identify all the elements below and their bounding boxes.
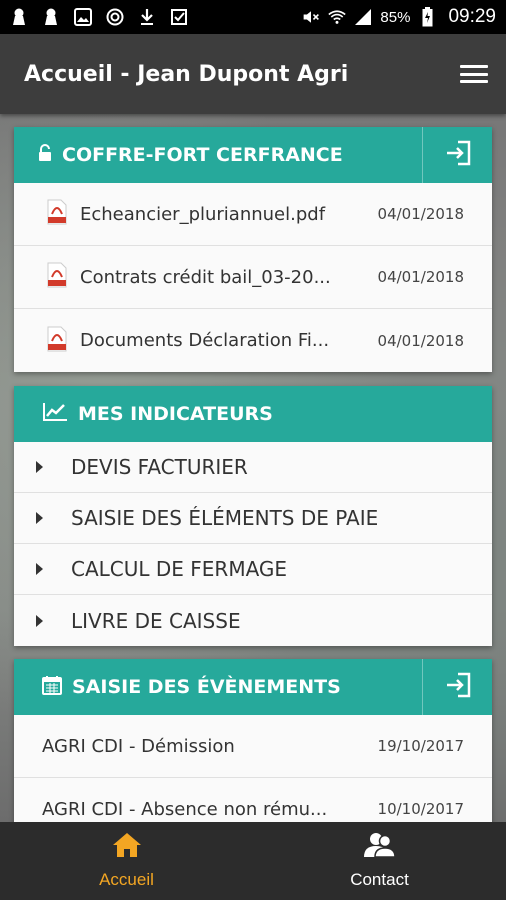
event-date: 10/10/2017 [377,800,464,818]
status-bar: 85% 09:29 [0,0,506,34]
document-name: Contrats crédit bail_03-20... [80,266,331,288]
events-card-title: SAISIE DES ÉVÈNEMENTS [72,676,341,698]
indicator-label: CALCUL DE FERMAGE [71,557,288,581]
signal-icon [354,8,372,26]
document-date: 04/01/2018 [377,205,464,223]
nav-home-label: Accueil [99,870,154,889]
bottom-nav: Accueil Contact [0,822,506,900]
events-card-header: SAISIE DES ÉVÈNEMENTS [14,659,492,715]
pdf-icon [46,199,68,229]
indicator-item[interactable]: SAISIE DES ÉLÉMENTS DE PAIE [14,493,492,544]
nav-contact[interactable]: Contact [253,822,506,900]
document-row[interactable]: Contrats crédit bail_03-20... 04/01/2018 [14,246,492,309]
events-card: SAISIE DES ÉVÈNEMENTS AGRI CDI - Démissi… [14,659,492,822]
events-open-button[interactable] [422,659,492,715]
target-icon [106,8,124,26]
event-name: AGRI CDI - Absence non rému... [42,798,328,820]
event-date: 19/10/2017 [377,737,464,755]
notification-icons [10,8,188,26]
indicator-label: SAISIE DES ÉLÉMENTS DE PAIE [71,506,379,530]
event-row[interactable]: AGRI CDI - Démission 19/10/2017 [14,715,492,778]
calendar-icon [42,675,62,700]
keyhole-icon [10,8,28,26]
system-icons: 85% 09:29 [302,6,496,28]
keyhole-icon [42,8,60,26]
sign-in-icon [444,672,472,703]
event-name: AGRI CDI - Démission [42,735,235,757]
indicator-label: LIVRE DE CAISSE [71,608,241,633]
safe-card: COFFRE-FORT CERFRANCE Echeancier_plurian… [14,127,492,372]
indicator-item[interactable]: DEVIS FACTURIER [14,442,492,493]
safe-card-header: COFFRE-FORT CERFRANCE [14,127,492,183]
app-bar: Accueil - Jean Dupont Agri [0,34,506,114]
check-flag-icon [170,8,188,26]
lock-icon [38,143,52,167]
safe-card-title: COFFRE-FORT CERFRANCE [62,144,343,166]
document-name: Documents Déclaration Fi... [80,330,330,351]
sign-in-icon [444,140,472,171]
caret-right-icon [36,512,43,524]
pdf-icon [46,262,68,292]
hamburger-menu-icon[interactable] [460,63,488,85]
image-icon [74,8,92,26]
content-area[interactable]: COFFRE-FORT CERFRANCE Echeancier_plurian… [0,114,506,822]
event-row[interactable]: AGRI CDI - Absence non rému... 10/10/201… [14,778,492,822]
nav-home[interactable]: Accueil [0,822,253,900]
mute-icon [302,8,320,26]
page-title: Accueil - Jean Dupont Agri [24,61,349,87]
indicators-card: MES INDICATEURS DEVIS FACTURIER SAISIE D… [14,386,492,646]
document-name: Echeancier_pluriannuel.pdf [80,203,326,225]
contacts-icon [363,832,397,862]
indicator-label: DEVIS FACTURIER [71,455,248,479]
document-row[interactable]: Echeancier_pluriannuel.pdf 04/01/2018 [14,183,492,246]
nav-contact-label: Contact [350,870,409,889]
battery-percent: 85% [380,8,411,26]
indicators-card-header: MES INDICATEURS [14,386,492,442]
clock: 09:29 [448,6,496,27]
battery-icon [418,7,436,27]
pdf-icon [46,326,68,356]
indicators-card-title: MES INDICATEURS [78,403,273,425]
document-row[interactable]: Documents Déclaration Fi... 04/01/2018 [14,309,492,372]
indicator-item[interactable]: LIVRE DE CAISSE [14,595,492,646]
safe-open-button[interactable] [422,127,492,183]
indicator-item[interactable]: CALCUL DE FERMAGE [14,544,492,595]
caret-right-icon [36,563,43,575]
document-date: 04/01/2018 [377,331,464,350]
wifi-icon [328,8,347,26]
document-date: 04/01/2018 [377,268,464,286]
home-icon [112,832,142,862]
caret-right-icon [36,461,43,473]
caret-right-icon [36,614,43,627]
download-icon [138,8,156,26]
line-chart-icon [42,402,68,427]
